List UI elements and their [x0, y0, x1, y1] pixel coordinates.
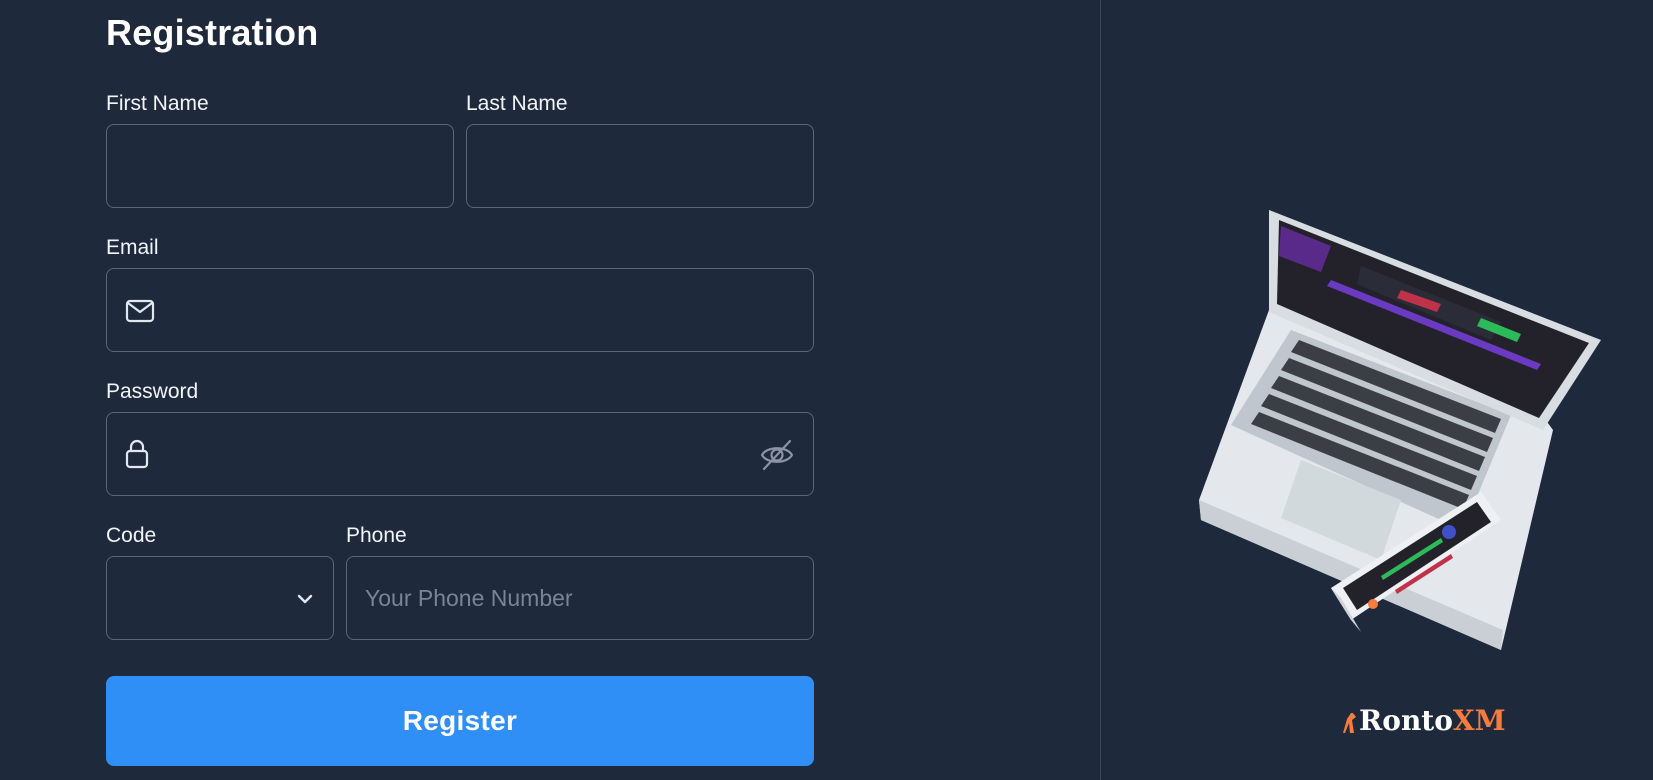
- register-button[interactable]: Register: [106, 676, 814, 766]
- logo-horse-icon: [1343, 709, 1357, 733]
- email-label: Email: [106, 236, 159, 259]
- logo-text-xm: XM: [1452, 704, 1506, 737]
- laptop-phone-illustration: [1181, 200, 1651, 680]
- phone-label: Phone: [346, 524, 407, 547]
- first-name-label: First Name: [106, 92, 209, 115]
- last-name-label: Last Name: [466, 92, 568, 115]
- first-name-input[interactable]: [107, 125, 453, 207]
- chevron-down-icon: [295, 589, 315, 609]
- password-field[interactable]: [106, 412, 814, 496]
- registration-page: Registration First Name Last Name Email …: [0, 0, 1653, 780]
- page-title: Registration: [106, 12, 319, 53]
- code-select[interactable]: [106, 556, 334, 640]
- email-field[interactable]: [106, 268, 814, 352]
- phone-input[interactable]: [347, 557, 813, 639]
- password-label: Password: [106, 380, 199, 403]
- password-input[interactable]: [107, 413, 813, 495]
- email-input[interactable]: [107, 269, 813, 351]
- logo-text-ronto: Ronto: [1359, 704, 1453, 737]
- promo-panel: Ronto XM: [1101, 0, 1653, 780]
- rontoxm-logo: Ronto XM: [1343, 704, 1506, 737]
- code-label: Code: [106, 524, 157, 547]
- registration-panel: Registration First Name Last Name Email …: [0, 0, 1100, 780]
- phone-field[interactable]: [346, 556, 814, 640]
- eye-off-icon[interactable]: [759, 437, 795, 473]
- last-name-input[interactable]: [467, 125, 813, 207]
- last-name-field[interactable]: [466, 124, 814, 208]
- first-name-field[interactable]: [106, 124, 454, 208]
